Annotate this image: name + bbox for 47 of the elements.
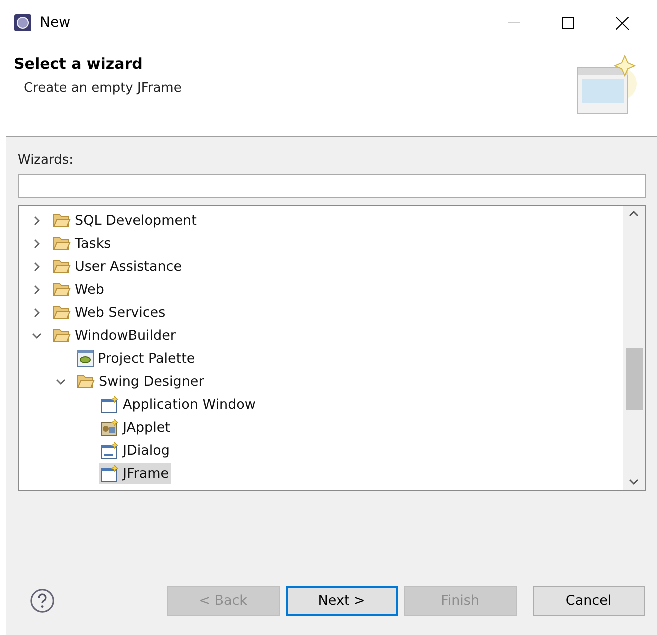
chevron-icon[interactable] (32, 284, 42, 294)
help-icon[interactable] (30, 588, 56, 614)
folder-icon (53, 282, 71, 297)
chevron-icon[interactable] (32, 216, 42, 226)
chevron-icon[interactable] (32, 330, 42, 340)
app-icon (14, 14, 32, 32)
chevron-icon[interactable] (32, 238, 42, 248)
tree-item[interactable]: Web Services (51, 302, 168, 323)
tree-item[interactable]: Swing Designer (75, 371, 206, 392)
wizards-label: Wizards: (18, 153, 74, 168)
chevron-icon[interactable] (32, 308, 42, 318)
folder-icon (53, 328, 71, 343)
folder-icon (53, 305, 71, 320)
folder-icon (77, 374, 95, 389)
window-icon (101, 396, 119, 413)
window-title: New (40, 15, 72, 31)
tree-item[interactable]: JApplet (99, 417, 172, 438)
tree-item[interactable]: JDialog (99, 440, 172, 461)
tree-item[interactable]: User Assistance (51, 256, 184, 277)
dialog-icon (101, 442, 119, 459)
chevron-icon[interactable] (32, 262, 42, 272)
window-icon (101, 465, 119, 482)
scroll-up-icon[interactable] (629, 210, 639, 218)
dialog-button[interactable]: Cancel (532, 586, 645, 616)
folder-icon (53, 213, 71, 228)
tree-item[interactable]: JFrame (99, 463, 172, 484)
tree-item[interactable]: Application Window (99, 394, 258, 415)
tree-item[interactable]: Project Palette (75, 348, 198, 369)
dialog-button[interactable]: Next > (286, 586, 398, 616)
filter-field[interactable] (18, 174, 646, 198)
scrollbar[interactable] (623, 206, 645, 490)
tree-item[interactable]: SQL Development (51, 210, 199, 231)
maximize-icon[interactable] (562, 17, 574, 29)
close-icon[interactable] (616, 16, 628, 30)
tree-item[interactable]: Tasks (51, 233, 114, 254)
tree-item[interactable]: Web (51, 279, 106, 300)
applet-icon (101, 419, 119, 436)
wizard-title: Select a wizard (14, 55, 144, 73)
folder-icon (53, 259, 71, 274)
palette-icon (77, 350, 94, 367)
wizard-description: Create an empty JFrame (24, 81, 182, 96)
scroll-thumb[interactable] (626, 348, 642, 410)
new-window-icon (575, 54, 637, 116)
folder-icon (53, 236, 71, 251)
tree-item[interactable]: WindowBuilder (51, 325, 178, 346)
scroll-down-icon[interactable] (629, 478, 639, 486)
chevron-icon[interactable] (56, 376, 66, 386)
